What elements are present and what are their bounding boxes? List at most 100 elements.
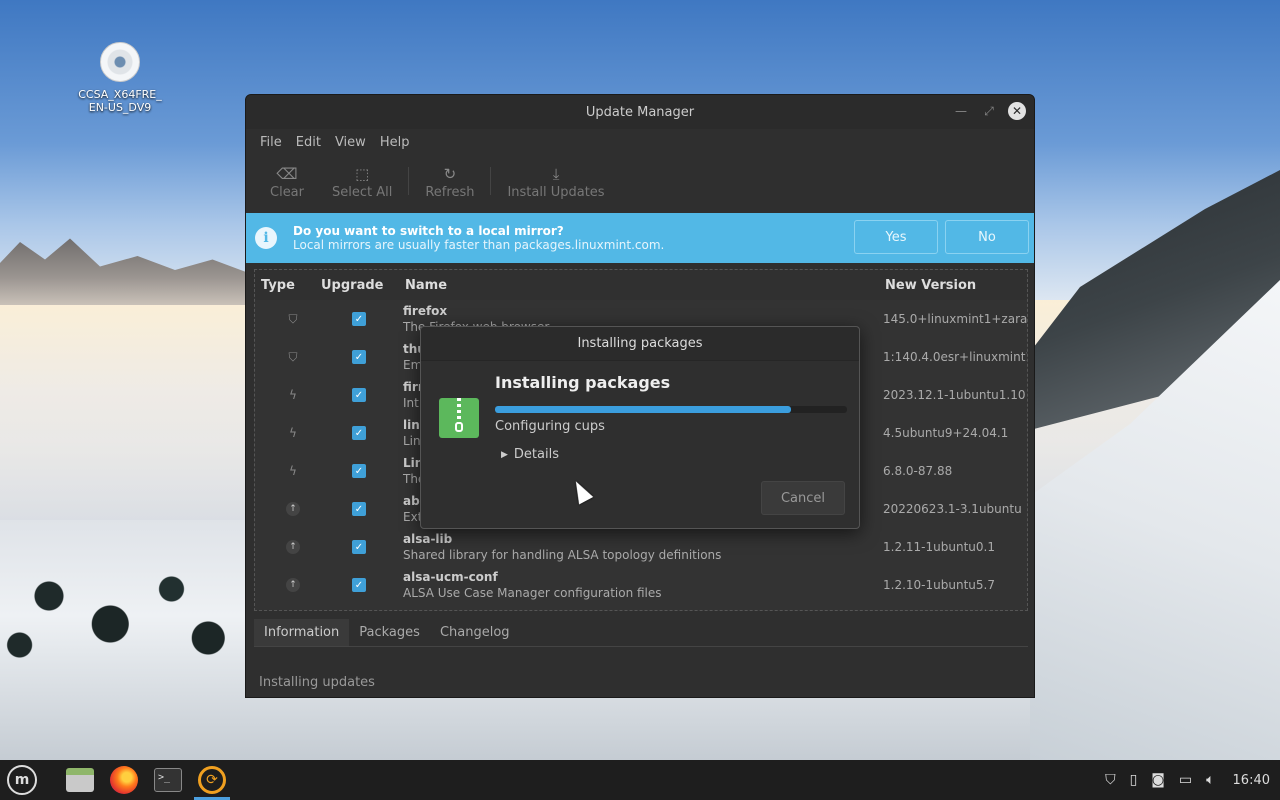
refresh-button[interactable]: ↻ Refresh (411, 163, 488, 200)
start-menu-button[interactable]: m (0, 760, 44, 800)
menu-help[interactable]: Help (373, 135, 417, 150)
info-icon: i (255, 227, 277, 249)
mirror-infobar: i Do you want to switch to a local mirro… (246, 213, 1034, 263)
upgrade-checkbox[interactable]: ✓ (352, 426, 366, 440)
package-archive-icon (439, 398, 479, 438)
clipboard-icon[interactable]: ▯ (1130, 772, 1138, 788)
cancel-button[interactable]: Cancel (761, 481, 845, 515)
dialog-titlebar[interactable]: Installing packages (421, 327, 859, 361)
status-text: Installing updates (259, 674, 375, 690)
package-version: 145.0+linuxmint1+zara (883, 312, 1027, 326)
table-row[interactable]: ↑ ✓ alsa-ucm-conf ALSA Use Case Manager … (255, 566, 1027, 604)
upgrade-checkbox[interactable]: ✓ (352, 502, 366, 516)
upgrade-checkbox[interactable]: ✓ (352, 540, 366, 554)
package-version: 1:140.4.0esr+linuxmint1 (883, 350, 1027, 364)
bolt-icon: ϟ (289, 388, 297, 402)
menubar: File Edit View Help (246, 129, 1034, 155)
yes-button[interactable]: Yes (854, 220, 938, 254)
upgrade-checkbox[interactable]: ✓ (352, 464, 366, 478)
dialog-title: Installing packages (577, 336, 703, 351)
bolt-icon: ϟ (289, 426, 297, 440)
package-version: 1.2.11-1ubuntu0.1 (883, 540, 995, 554)
maximize-icon[interactable]: ⤢ (980, 102, 998, 120)
wallpaper-trees (0, 540, 245, 680)
toolbar-separator (408, 167, 410, 195)
no-button[interactable]: No (945, 220, 1029, 254)
download-icon: ⤓ (552, 164, 560, 183)
package-version: 6.8.0-87.88 (883, 464, 953, 478)
column-new-version[interactable]: New Version (885, 278, 1027, 293)
column-upgrade[interactable]: Upgrade (321, 278, 405, 293)
dialog-heading: Installing packages (495, 373, 671, 392)
column-name[interactable]: Name (405, 278, 885, 293)
triangle-right-icon: ▶ (501, 449, 508, 460)
tab-changelog[interactable]: Changelog (430, 619, 520, 646)
package-name: alsa-ucm-conf (403, 570, 498, 584)
refresh-icon: ↻ (443, 164, 457, 183)
upgrade-checkbox[interactable]: ✓ (352, 312, 366, 326)
firefox-launcher[interactable] (102, 760, 146, 800)
disc-icon (100, 42, 140, 82)
dialog-status: Configuring cups (495, 419, 605, 434)
progress-fill (495, 406, 791, 413)
display-icon[interactable]: ▭ (1179, 772, 1192, 788)
package-version: 4.5ubuntu9+24.04.1 (883, 426, 1009, 440)
package-cell: alsa-ucm-conf ALSA Use Case Manager conf… (387, 569, 883, 601)
desktop-icon-label-1: CCSA_X64FRE_ (78, 88, 162, 101)
volume-icon[interactable]: 🔈︎ (1206, 772, 1214, 788)
package-version: 20220623.1-3.1ubuntu (883, 502, 1022, 516)
select-all-icon: ⬚ (355, 164, 370, 183)
window-title: Update Manager (585, 104, 695, 120)
tab-packages[interactable]: Packages (349, 619, 430, 646)
package-desc: ALSA Use Case Manager configuration file… (403, 586, 662, 600)
details-label: Details (513, 447, 559, 462)
firefox-icon (110, 766, 138, 794)
bolt-icon: ϟ (289, 464, 297, 478)
update-manager-task[interactable]: ⟳ (190, 760, 234, 800)
titlebar[interactable]: Update Manager — ⤢ ✕ (246, 95, 1034, 129)
close-icon[interactable]: ✕ (1008, 102, 1026, 120)
package-desc: Shared library for handling ALSA topolog… (403, 548, 722, 562)
taskbar: m >_ ⟳ ⛉ ▯ ◙ ▭ 🔈︎ 16:40 (0, 760, 1280, 800)
shield-tray-icon[interactable]: ⛉ (1105, 772, 1116, 788)
column-type[interactable]: Type (255, 278, 321, 293)
upgrade-checkbox[interactable]: ✓ (352, 388, 366, 402)
clear-button[interactable]: ⌫ Clear (256, 163, 318, 200)
status-bar: Installing updates (246, 665, 1034, 697)
upgrade-checkbox[interactable]: ✓ (352, 578, 366, 592)
package-version: 1.2.10-1ubuntu5.7 (883, 578, 995, 592)
arrow-up-icon: ↑ (286, 578, 300, 592)
desktop-icon-disc[interactable]: CCSA_X64FRE_ EN-US_DV9 (70, 40, 170, 114)
select-all-button[interactable]: ⬚ Select All (318, 163, 406, 200)
upgrade-checkbox[interactable]: ✓ (352, 350, 366, 364)
shield-icon: ⛉ (288, 349, 298, 364)
folder-icon (66, 768, 94, 792)
info-tabs: Information Packages Changelog (254, 619, 1028, 647)
infobar-subtitle: Local mirrors are usually faster than pa… (293, 238, 665, 252)
menu-view[interactable]: View (328, 135, 373, 150)
package-name: alsa-lib (403, 532, 453, 546)
infobar-text: Do you want to switch to a local mirror?… (293, 224, 664, 252)
window-controls: — ⤢ ✕ (952, 102, 1026, 120)
tab-information[interactable]: Information (254, 619, 350, 646)
menu-edit[interactable]: Edit (289, 135, 328, 150)
clock[interactable]: 16:40 (1233, 773, 1270, 788)
mint-logo-icon: m (7, 765, 37, 795)
install-updates-button[interactable]: ⤓ Install Updates (493, 163, 618, 200)
installing-dialog: Installing packages Installing packages … (420, 326, 860, 529)
update-manager-icon: ⟳ (198, 766, 226, 794)
wallpaper-mountains-left (0, 238, 250, 305)
table-row[interactable]: ↑ ✓ alsa-lib Shared library for handling… (255, 528, 1027, 566)
package-name: firefox (403, 304, 448, 318)
minimize-icon[interactable]: — (952, 102, 970, 120)
terminal-launcher[interactable]: >_ (146, 760, 190, 800)
details-expander[interactable]: ▶ Details (501, 447, 559, 462)
progress-bar (495, 406, 847, 413)
shield-icon: ⛉ (288, 311, 298, 326)
user-icon[interactable]: ◙ (1151, 772, 1165, 788)
toolbar: ⌫ Clear ⬚ Select All ↻ Refresh ⤓ Install… (246, 155, 1034, 207)
arrow-up-icon: ↑ (286, 540, 300, 554)
toolbar-separator (490, 167, 492, 195)
menu-file[interactable]: File (253, 135, 289, 150)
files-launcher[interactable] (58, 760, 102, 800)
